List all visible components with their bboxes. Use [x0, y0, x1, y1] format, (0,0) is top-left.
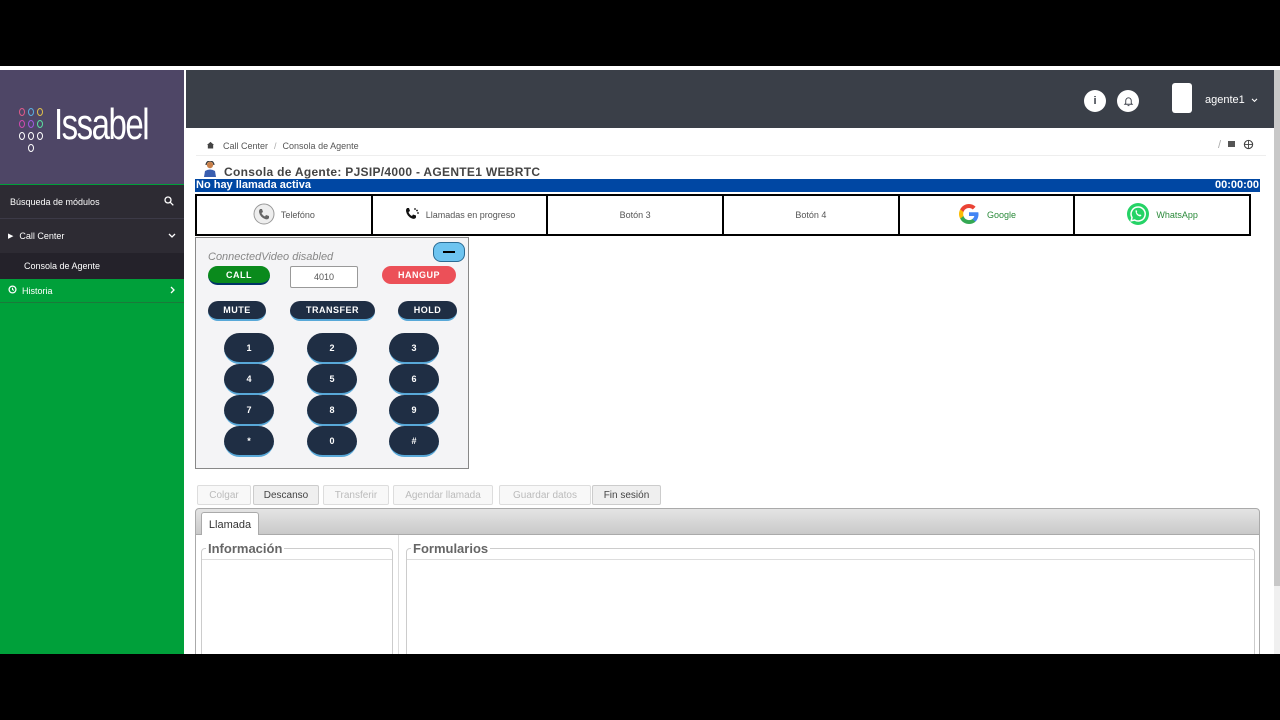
minus-icon: [443, 251, 455, 253]
llamadas-en-progreso-button[interactable]: Llamadas en progreso: [373, 196, 549, 234]
google-icon: [957, 202, 981, 228]
bell-icon[interactable]: [1117, 90, 1139, 112]
logo-dots-icon: [19, 108, 47, 164]
whatsapp-icon: [1126, 202, 1150, 228]
action-button[interactable]: Fin sesión: [592, 485, 661, 505]
transfer-button[interactable]: TRANSFER: [290, 301, 375, 321]
top-bar: i agente1: [186, 70, 1274, 128]
keypad-key[interactable]: #: [389, 426, 439, 457]
keypad-key[interactable]: 7: [224, 395, 274, 426]
keypad-key[interactable]: *: [224, 426, 274, 457]
search-icon[interactable]: [164, 195, 174, 208]
sidebar-item-label: Historia: [22, 285, 53, 296]
hangup-button[interactable]: HANGUP: [382, 266, 456, 284]
keypad-key[interactable]: 8: [307, 395, 357, 426]
whatsapp-label: WhatsApp: [1156, 210, 1198, 220]
call-button[interactable]: CALL: [208, 266, 270, 285]
call-timer: 00:00:00: [1214, 179, 1259, 191]
chevron-down-icon: [1251, 94, 1258, 106]
module-search[interactable]: Búsqueda de módulos: [0, 185, 184, 219]
app-window: Issabel Búsqueda de módulos ▶ Call Cente…: [0, 66, 1280, 654]
minimize-button[interactable]: [433, 242, 465, 262]
phone-icon: [253, 203, 275, 227]
boton-4-label: Botón 4: [795, 210, 827, 220]
sidebar-item-historia[interactable]: Historia: [0, 279, 184, 303]
google-button[interactable]: Google: [900, 196, 1076, 234]
breadcrumb-item[interactable]: Call Center: [223, 141, 268, 151]
keypad-key[interactable]: 1: [224, 333, 274, 364]
user-name: agente1: [1205, 94, 1245, 106]
sidebar-item-label: Consola de Agente: [24, 261, 101, 271]
action-button[interactable]: Colgar: [197, 485, 251, 505]
hold-button[interactable]: HOLD: [398, 301, 457, 321]
sidebar-item-consola-agente[interactable]: Consola de Agente: [0, 253, 184, 279]
chevron-down-icon: [168, 231, 176, 241]
google-label: Google: [987, 210, 1017, 220]
keypad-key[interactable]: 3: [389, 333, 439, 364]
telefono-label: Telefóno: [280, 210, 315, 220]
history-icon: [8, 285, 17, 296]
keypad-key[interactable]: 6: [389, 364, 439, 395]
sidebar: Issabel Búsqueda de módulos ▶ Call Cente…: [0, 70, 184, 654]
quick-button-bar: Telefóno Llamadas en progreso Botón 3 Bo…: [195, 194, 1251, 236]
action-button[interactable]: Descanso: [253, 485, 319, 505]
action-button[interactable]: Agendar llamada: [393, 485, 493, 505]
avatar[interactable]: [1172, 83, 1192, 113]
keypad-key[interactable]: 2: [307, 333, 357, 364]
keypad-key[interactable]: 5: [307, 364, 357, 395]
action-button[interactable]: Guardar datos: [499, 485, 591, 505]
sidebar-item-call-center[interactable]: ▶ Call Center: [0, 219, 184, 253]
user-menu[interactable]: agente1: [1205, 94, 1258, 106]
breadcrumb-item: Consola de Agente: [282, 140, 359, 151]
tab-content: Información Formularios: [195, 535, 1260, 654]
info-panel: Información: [201, 541, 393, 654]
agent-icon: [203, 160, 217, 178]
module-search-label: Búsqueda de módulos: [10, 196, 100, 207]
forms-legend: Formularios: [411, 541, 491, 556]
video-status: ConnectedVideo disabled: [208, 251, 334, 263]
forms-panel: Formularios: [406, 541, 1255, 654]
scrollbar[interactable]: [1274, 70, 1280, 654]
globe-icon[interactable]: [1243, 139, 1254, 153]
sidebar-item-label: Call Center: [19, 231, 65, 241]
action-button[interactable]: Transferir: [323, 485, 389, 505]
tab-bar: Llamada: [195, 508, 1260, 537]
keypad-key[interactable]: 0: [307, 426, 357, 457]
tab-llamada[interactable]: Llamada: [201, 512, 259, 537]
boton-3-label: Botón 3: [619, 210, 651, 220]
phone-progress-icon: [404, 206, 420, 224]
home-icon[interactable]: [206, 141, 215, 151]
call-status-bar: No hay llamada activa 00:00:00: [195, 179, 1260, 192]
keypad-key[interactable]: 4: [224, 364, 274, 395]
logo: Issabel: [0, 70, 184, 184]
boton-3-button[interactable]: Botón 3: [548, 196, 725, 234]
boton-4-button[interactable]: Botón 4: [724, 196, 900, 234]
chevron-right-icon: [170, 286, 176, 296]
telefono-button[interactable]: Telefóno: [197, 196, 373, 234]
mute-button[interactable]: MUTE: [208, 301, 266, 321]
call-status-text: No hay llamada activa: [196, 179, 311, 191]
caret-right-icon: ▶: [8, 233, 14, 240]
info-legend: Información: [206, 541, 285, 556]
monitor-icon[interactable]: [1227, 139, 1237, 153]
keypad-key[interactable]: 9: [389, 395, 439, 426]
logo-text: Issabel: [54, 100, 150, 149]
whatsapp-button[interactable]: WhatsApp: [1075, 196, 1249, 234]
info-icon[interactable]: i: [1084, 90, 1106, 112]
page-title: Consola de Agente: PJSIP/4000 - AGENTE1 …: [224, 165, 541, 179]
dial-number-input[interactable]: 4010: [290, 266, 358, 288]
llamadas-label: Llamadas en progreso: [425, 210, 516, 220]
breadcrumb: Call Center / Consola de Agente /: [196, 136, 1266, 156]
softphone-panel: ConnectedVideo disabled CALL 4010 HANGUP…: [195, 237, 469, 469]
